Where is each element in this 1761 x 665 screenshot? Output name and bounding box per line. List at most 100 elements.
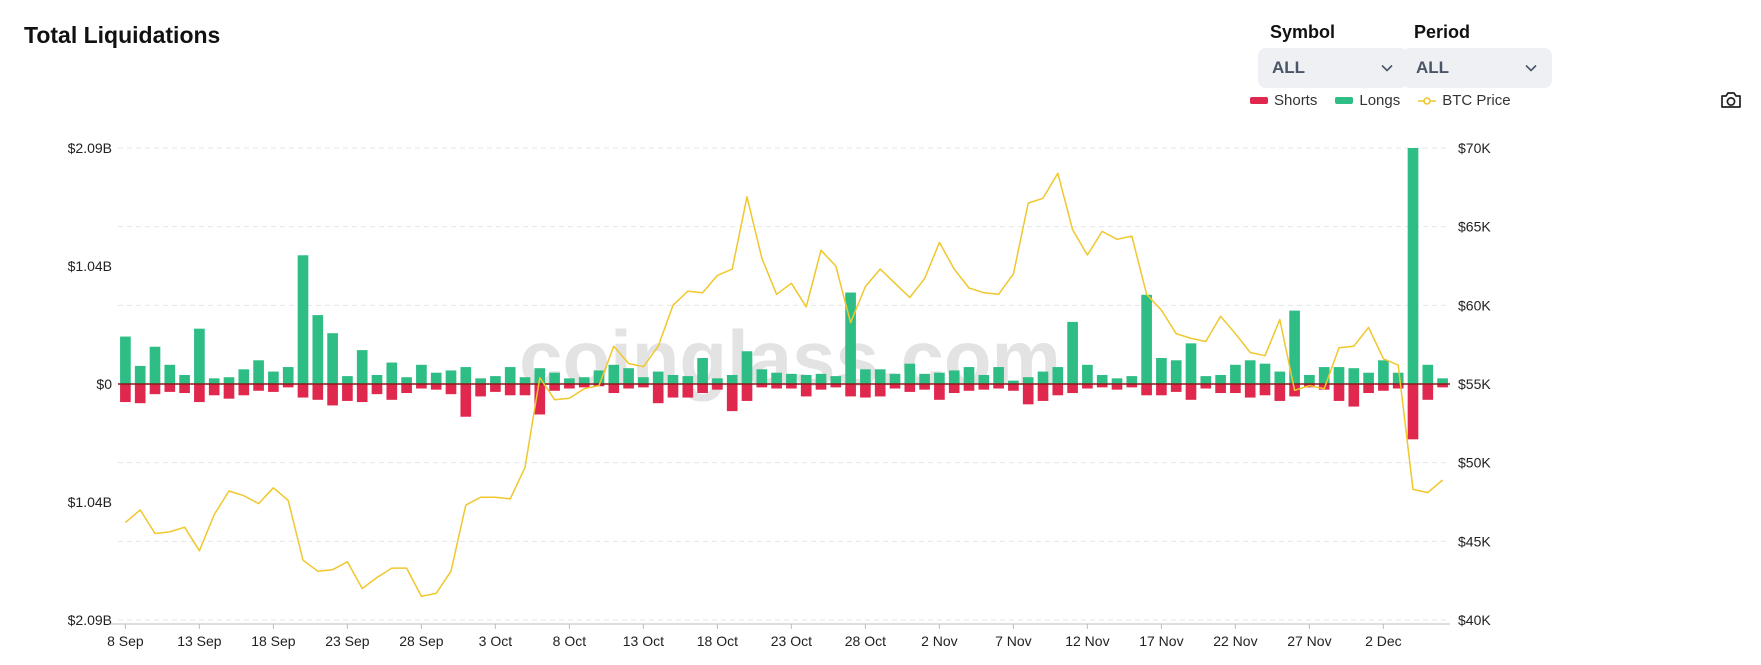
longs-bar: [1082, 364, 1093, 384]
x-axis-tick-label: 2 Dec: [1365, 633, 1402, 649]
longs-bar: [297, 255, 309, 384]
longs-bar: [549, 372, 560, 384]
longs-bar: [327, 333, 338, 384]
shorts-bar: [327, 384, 338, 406]
shorts-bar: [978, 384, 990, 390]
longs-bar: [1304, 374, 1315, 384]
longs-bar: [800, 374, 812, 384]
longs-bar: [194, 328, 205, 384]
right-axis-tick-label: $55K: [1458, 376, 1491, 392]
longs-bar: [416, 364, 427, 384]
shorts-bar: [815, 384, 827, 390]
longs-bar: [963, 367, 975, 384]
right-axis-tick-label: $45K: [1458, 533, 1491, 549]
longs-bar: [1244, 360, 1256, 384]
longs-bar: [430, 372, 442, 384]
shorts-bar: [1274, 384, 1286, 401]
longs-bar: [1141, 294, 1152, 384]
shorts-bar: [1230, 384, 1241, 394]
left-axis-tick-label: $1.04B: [68, 494, 112, 510]
shorts-bar: [1170, 384, 1182, 392]
longs-bar: [1215, 374, 1226, 384]
longs-bar: [504, 367, 516, 384]
longs-bar: [919, 373, 930, 384]
longs-bar: [860, 369, 871, 384]
shorts-bar: [253, 384, 264, 391]
shorts-bar: [1111, 384, 1123, 390]
longs-bar: [564, 378, 575, 384]
x-axis-tick-label: 8 Oct: [553, 633, 587, 649]
liquidation-chart: coinglass.com $2.09B$1.04B$0$1.04B$2.09B…: [68, 140, 1492, 649]
longs-bar: [934, 372, 945, 384]
longs-bar: [1022, 377, 1034, 384]
right-axis-tick-label: $40K: [1458, 612, 1491, 628]
shorts-bar: [726, 384, 738, 412]
longs-bar: [371, 374, 383, 384]
shorts-bar: [460, 384, 472, 417]
longs-bar: [638, 377, 649, 384]
longs-bar: [342, 376, 353, 384]
shorts-bar: [1422, 384, 1434, 400]
longs-bar: [1096, 374, 1108, 384]
shorts-bar: [208, 384, 220, 396]
longs-bar: [741, 351, 753, 384]
longs-bar: [1156, 358, 1167, 384]
shorts-bar: [1052, 384, 1064, 396]
longs-bar: [1037, 371, 1049, 384]
shorts-bar: [297, 384, 309, 398]
longs-bar: [756, 369, 768, 384]
longs-bar: [1318, 367, 1330, 384]
shorts-bar: [697, 384, 708, 394]
shorts-bar: [667, 384, 679, 398]
right-axis-tick-label: $50K: [1458, 455, 1491, 471]
shorts-bar: [741, 384, 753, 401]
longs-bar: [623, 368, 634, 384]
left-axis: $2.09B $1.04B $0 $1.04B $2.09B: [68, 140, 113, 628]
x-axis-tick-label: 2 Nov: [921, 633, 958, 649]
shorts-bar: [608, 384, 620, 394]
x-axis-tick-label: 12 Nov: [1065, 633, 1109, 649]
x-axis-tick-label: 22 Nov: [1213, 633, 1257, 649]
longs-bar: [786, 373, 797, 384]
longs-bar: [134, 365, 146, 384]
longs-bar: [1126, 376, 1138, 384]
longs-bar: [1437, 378, 1448, 384]
x-axis-tick-label: 13 Sep: [177, 633, 222, 649]
longs-bar: [268, 371, 279, 384]
longs-bar: [652, 371, 664, 384]
shorts-bar: [134, 384, 146, 404]
longs-bar: [1378, 360, 1389, 384]
left-axis-tick-label: $1.04B: [68, 258, 112, 274]
longs-bar: [1052, 367, 1064, 384]
shorts-bar: [919, 384, 930, 390]
longs-bar: [1363, 372, 1374, 384]
shorts-bar: [238, 384, 250, 396]
shorts-bar: [652, 384, 664, 404]
longs-bar: [697, 358, 708, 384]
x-axis-tick-label: 18 Oct: [697, 633, 738, 649]
shorts-bar: [504, 384, 516, 396]
x-axis-tick-label: 18 Sep: [251, 633, 296, 649]
shorts-bar: [1037, 384, 1049, 401]
longs-bar: [1274, 371, 1286, 384]
shorts-bar: [948, 384, 960, 394]
shorts-bar: [1348, 384, 1360, 407]
longs-bar: [1200, 376, 1212, 384]
longs-bar: [608, 364, 620, 384]
shorts-bar: [386, 384, 398, 400]
x-axis-tick-label: 28 Oct: [845, 633, 886, 649]
longs-bar: [149, 346, 161, 384]
longs-bar: [460, 367, 472, 384]
longs-bar: [519, 377, 531, 384]
shorts-bar: [549, 384, 560, 391]
shorts-bar: [490, 384, 501, 392]
longs-bar: [445, 370, 457, 384]
shorts-bar: [401, 384, 412, 394]
x-axis-tick-label: 7 Nov: [995, 633, 1032, 649]
shorts-bar: [1141, 384, 1152, 396]
longs-bar: [1407, 148, 1419, 384]
x-axis-tick-label: 23 Sep: [325, 633, 370, 649]
longs-bar: [490, 376, 501, 384]
shorts-bar: [934, 384, 945, 400]
longs-bar: [1170, 360, 1182, 384]
